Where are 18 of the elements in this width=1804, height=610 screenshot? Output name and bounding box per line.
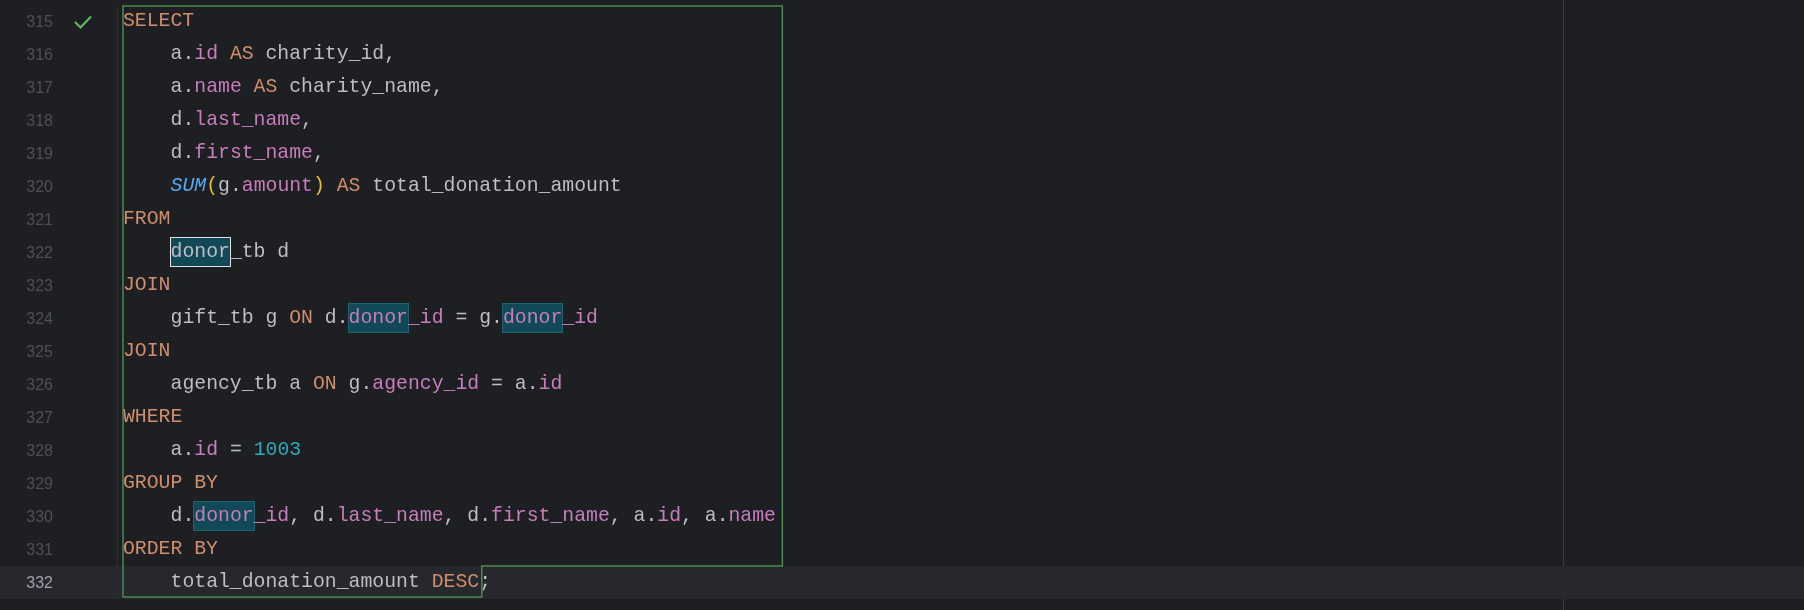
code-line: SELECT [122,9,195,34]
code-line: agency_tb a ON g.agency_id = a.id [169,372,563,397]
code-line: a.id = 1003 [169,438,302,463]
code-line: ORDER BY [122,537,218,562]
code-line: WHERE [122,405,183,430]
code-line: a.id AS charity_id, [169,42,397,67]
code-line: SUM(g.amount) AS total_donation_amount [169,174,622,199]
code-line: d.donor_id, d.last_name, d.first_name, a.id, a.name [118,500,776,533]
code-line: JOIN [122,273,171,298]
code-line: JOIN [122,339,171,364]
code-line: gift_tb g ON d.donor_id = g.donor_id [118,302,598,335]
line-number: 332 [25,573,53,592]
code-line: FROM [122,207,171,232]
code-line: total_donation_amount DESC; [169,570,492,595]
code-line: d.first_name, [169,141,325,166]
code-line: d.last_name, [169,108,313,133]
code-line: a.name AS charity_name, [169,75,444,100]
code-line: GROUP BY [122,471,218,496]
